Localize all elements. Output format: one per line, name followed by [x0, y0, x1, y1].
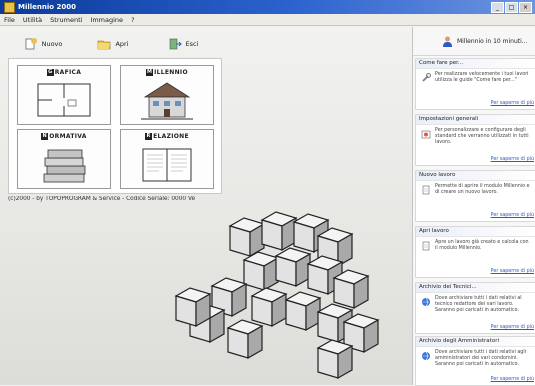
tile-initial: M	[146, 69, 154, 76]
section-nuovo-lavoro: Nuovo lavoro Permette di aprire il modul…	[415, 170, 535, 222]
section-title: Archivio dei Tecnici...	[416, 283, 535, 293]
open-button-label: Apri	[115, 40, 129, 48]
menu-help[interactable]: ?	[127, 16, 138, 24]
section-description: Per realizzare velocemente i tuoi lavori…	[435, 72, 529, 83]
user-icon	[443, 36, 452, 47]
section-impostazioni: Impostazioni generali Per personalizzare…	[415, 114, 535, 166]
section-more-link[interactable]: Per saperne di più	[491, 213, 534, 218]
section-archivio-tecnici: Archivio dei Tecnici... Dove archiviare …	[415, 282, 535, 334]
app-icon	[4, 1, 15, 13]
section-title: Come fare per...	[416, 59, 535, 69]
sidebar-header[interactable]: Millennio in 10 minuti...	[413, 27, 535, 56]
settings-icon	[421, 130, 431, 139]
tile-relazione[interactable]: R ELAZIONE	[120, 129, 214, 189]
toolbar: Nuovo Apri Esci	[8, 33, 218, 55]
sidebar-header-text: Millennio in 10 minuti...	[457, 37, 528, 45]
exit-icon	[169, 38, 182, 50]
sidebar-panel: Millennio in 10 minuti... Come fare per.…	[412, 27, 535, 386]
section-description: Per personalizzare e configurare degli s…	[435, 128, 529, 145]
tile-initial: R	[145, 133, 153, 140]
section-description: Dove archiviare tutti i dati relativi ag…	[435, 350, 526, 367]
title-bar: Millennio 2000 _ □ ×	[0, 0, 535, 14]
section-more-link[interactable]: Per saperne di più	[491, 157, 534, 162]
new-doc-icon	[25, 38, 37, 50]
open-folder-icon	[98, 40, 111, 50]
section-title: Impostazioni generali	[416, 115, 535, 125]
open-book-icon	[142, 148, 192, 182]
section-title: Apri lavoro	[416, 227, 535, 237]
building-icon	[141, 82, 193, 120]
module-panel: G RAFICA M ILLENNIO N ORMATIVA R ELAZIONE	[8, 58, 222, 194]
exit-button[interactable]: Esci	[148, 38, 218, 50]
tile-millennio[interactable]: M ILLENNIO	[120, 65, 214, 125]
section-come-fare: Come fare per... Per realizzare veloceme…	[415, 58, 535, 110]
window-controls: _ □ ×	[491, 2, 532, 13]
menu-strumenti[interactable]: Strumenti	[46, 16, 86, 24]
maximize-button[interactable]: □	[505, 2, 518, 13]
section-more-link[interactable]: Per saperne di più	[491, 101, 534, 106]
new-button[interactable]: Nuovo	[8, 38, 78, 50]
menu-utilita[interactable]: Utilità	[19, 16, 46, 24]
wrench-icon	[422, 73, 431, 82]
tile-normativa[interactable]: N ORMATIVA	[17, 129, 111, 189]
section-archivio-amministratori: Archivio degli Amministratori Dove archi…	[415, 336, 535, 386]
section-title: Archivio degli Amministratori	[416, 337, 535, 347]
tile-label: ILLENNIO	[154, 69, 188, 76]
section-more-link[interactable]: Per saperne di più	[491, 377, 534, 382]
menu-bar: File Utilità Strumenti Immagine ?	[0, 14, 535, 26]
tile-initial: G	[46, 69, 54, 76]
minimize-button[interactable]: _	[491, 2, 504, 13]
window-title: Millennio 2000	[18, 3, 77, 11]
cubes-illustration	[175, 211, 379, 379]
floor-plan-icon	[37, 83, 91, 117]
section-title: Nuovo lavoro	[416, 171, 535, 181]
menu-immagine[interactable]: Immagine	[86, 16, 127, 24]
section-description: Dove archiviare tutti i dati relativi al…	[435, 296, 522, 313]
menu-file[interactable]: File	[0, 16, 19, 24]
tile-initial: N	[41, 133, 49, 140]
new-button-label: Nuovo	[41, 40, 63, 48]
globe-icon	[422, 351, 430, 361]
section-more-link[interactable]: Per saperne di più	[491, 269, 534, 274]
section-description: Apre un lavoro già creato e calcola con …	[435, 240, 529, 251]
section-apri-lavoro: Apri lavoro Apre un lavoro già creato e …	[415, 226, 535, 278]
globe-icon	[422, 297, 430, 307]
exit-button-label: Esci	[185, 40, 199, 48]
open-button[interactable]: Apri	[78, 38, 148, 50]
open-document-icon	[422, 241, 430, 251]
tile-label: RAFICA	[54, 69, 82, 76]
section-description: Permette di aprire il modulo Millennio e…	[435, 184, 530, 195]
tile-label: ORMATIVA	[49, 133, 87, 140]
document-icon	[422, 185, 430, 195]
books-stack-icon	[43, 149, 86, 183]
tile-label: ELAZIONE	[153, 133, 189, 140]
section-more-link[interactable]: Per saperne di più	[491, 325, 534, 330]
close-button[interactable]: ×	[519, 2, 532, 13]
tile-grafica[interactable]: G RAFICA	[17, 65, 111, 125]
